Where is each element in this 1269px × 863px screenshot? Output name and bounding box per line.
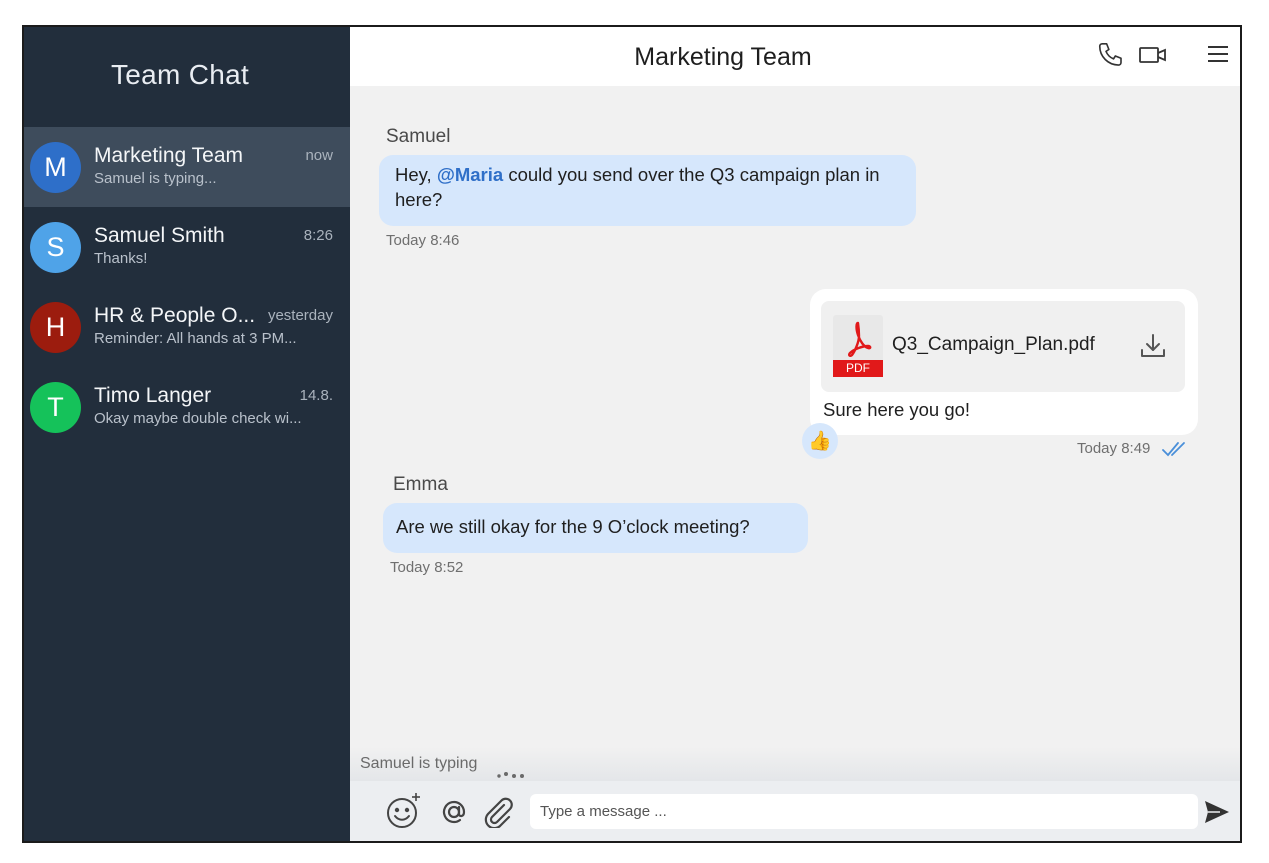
message-bubble: Hey, @Maria could you send over the Q3 c…	[379, 155, 916, 226]
conversation-item-timo-langer[interactable]: T Timo Langer Okay maybe double check wi…	[24, 367, 350, 447]
message-timestamp: Today 8:49	[1077, 440, 1151, 457]
conversation-name: HR & People O...	[94, 304, 256, 327]
message-bubble-own: PDF Q3_Campaign_Plan.pdf Sure here you g…	[810, 289, 1198, 435]
download-icon[interactable]	[1139, 331, 1167, 366]
message-composer	[350, 781, 1240, 841]
phone-icon[interactable]	[1096, 40, 1126, 75]
message-bubble: Are we still okay for the 9 O’clock meet…	[383, 503, 808, 553]
conversation-item-hr-people[interactable]: H HR & People O... Reminder: All hands a…	[24, 287, 350, 367]
message-timestamp: Today 8:52	[390, 559, 464, 576]
chat-panel: Marketing Team Samuel Hey, @Maria could …	[350, 27, 1240, 841]
conversation-preview: Okay maybe double check wi...	[94, 410, 302, 427]
conversation-preview: Reminder: All hands at 3 PM...	[94, 330, 297, 347]
emoji-add-icon[interactable]	[384, 791, 424, 836]
conversation-preview: Samuel is typing...	[94, 170, 217, 187]
message-input[interactable]	[530, 794, 1198, 829]
mention-icon[interactable]	[438, 796, 470, 833]
mention-link[interactable]: @Maria	[437, 164, 503, 185]
reaction-thumbs-up[interactable]: 👍	[802, 423, 838, 459]
conversation-preview: Thanks!	[94, 250, 148, 267]
chat-header: Marketing Team	[350, 27, 1240, 86]
pdf-file-icon: PDF	[833, 315, 883, 377]
conversation-name: Marketing Team	[94, 144, 244, 167]
file-type-badge: PDF	[833, 360, 883, 377]
message-sender: Samuel	[386, 126, 451, 147]
conversation-time: 14.8.	[299, 387, 333, 404]
conversation-time: 8:26	[303, 227, 333, 244]
app-title: Team Chat	[110, 59, 250, 90]
chat-title: Marketing Team	[634, 43, 812, 71]
avatar: H	[30, 302, 81, 353]
send-icon[interactable]	[1204, 800, 1230, 829]
typing-text: Samuel is typing	[360, 755, 478, 772]
avatar: S	[30, 222, 81, 273]
message-timestamp: Today 8:46	[386, 232, 460, 249]
conversation-item-samuel-smith[interactable]: S Samuel Smith Thanks! 8:26	[24, 207, 350, 287]
conversation-name: Samuel Smith	[94, 224, 225, 247]
video-camera-icon[interactable]	[1138, 42, 1168, 73]
conversation-item-marketing-team[interactable]: M Marketing Team Samuel is typing... now	[24, 127, 350, 207]
avatar: T	[30, 382, 81, 433]
conversation-time: yesterday	[267, 307, 333, 324]
conversation-name: Timo Langer	[94, 384, 212, 407]
message-text: Sure here you go!	[823, 399, 971, 420]
conversation-time: now	[305, 147, 333, 164]
attachment-icon[interactable]	[482, 796, 514, 833]
message-text: Hey,	[395, 164, 437, 185]
file-attachment[interactable]: PDF Q3_Campaign_Plan.pdf	[821, 301, 1185, 392]
read-receipt-icon	[1162, 440, 1190, 463]
app-window: Team Chat M Marketing Team Samuel is typ…	[22, 25, 1242, 843]
avatar: M	[30, 142, 81, 193]
file-name: Q3_Campaign_Plan.pdf	[892, 334, 1095, 355]
conversation-sidebar: Team Chat M Marketing Team Samuel is typ…	[24, 27, 350, 841]
typing-indicator: Samuel is typing	[350, 747, 1240, 781]
menu-icon[interactable]	[1206, 43, 1230, 70]
message-sender: Emma	[393, 474, 448, 495]
